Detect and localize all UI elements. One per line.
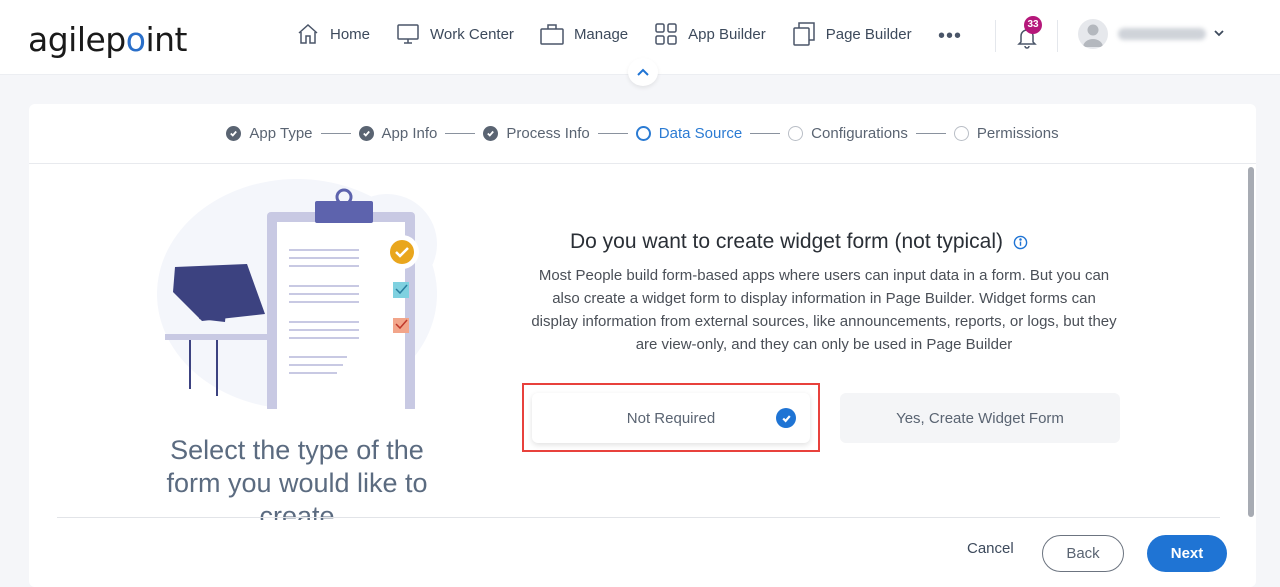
step-app-type[interactable]: App Type [226, 125, 313, 142]
more-menu-button[interactable]: ••• [938, 26, 962, 46]
back-button[interactable]: Back [1042, 535, 1124, 572]
question-heading: Do you want to create widget form (not t… [509, 230, 1089, 254]
step-permissions[interactable]: Permissions [953, 125, 1059, 142]
chevron-down-icon[interactable] [1212, 26, 1226, 40]
empty-circle-icon [953, 126, 969, 141]
notification-badge: 33 [1024, 16, 1042, 34]
nav-app-builder-label: App Builder [688, 25, 766, 43]
monitor-icon [397, 24, 419, 44]
agilepoint-logo[interactable]: agilepoint [28, 20, 187, 59]
avatar[interactable] [1078, 19, 1108, 49]
step-label: App Info [381, 125, 438, 142]
left-heading: Select the type of the form you would li… [166, 435, 428, 520]
step-connector [597, 133, 628, 134]
active-circle-icon [635, 126, 651, 141]
step-label: App Type [249, 125, 313, 142]
nav-page-builder-label: Page Builder [825, 25, 912, 43]
main-nav: Home Work Center Manage App Builder Page… [296, 22, 938, 46]
nav-work-center-label: Work Center [430, 25, 514, 43]
step-label: Permissions [976, 125, 1059, 142]
footer-divider [57, 517, 1220, 518]
wizard-stepper: App Type App Info Process Info Data Sour… [29, 104, 1256, 164]
header-divider [995, 20, 996, 52]
logo-text-end: int [145, 20, 187, 59]
nav-home-label: Home [330, 25, 371, 43]
info-icon[interactable] [1013, 235, 1028, 250]
check-circle-icon [483, 126, 499, 141]
home-icon [298, 23, 318, 44]
grid-icon [655, 23, 677, 45]
step-configurations[interactable]: Configurations [788, 125, 908, 142]
briefcase-icon [540, 24, 564, 45]
step-connector [445, 133, 476, 134]
step-connector [915, 133, 946, 134]
collapse-header-button[interactable] [628, 58, 658, 86]
logo-dot: o [125, 20, 146, 59]
step-connector [750, 133, 781, 134]
nav-home[interactable]: Home [296, 22, 370, 46]
step-label: Configurations [811, 125, 908, 142]
next-button[interactable]: Next [1147, 535, 1227, 572]
header-divider [1057, 20, 1058, 52]
empty-circle-icon [788, 126, 804, 141]
check-circle-icon [226, 126, 242, 141]
step-label: Data Source [658, 125, 743, 142]
nav-page-builder[interactable]: Page Builder [792, 22, 912, 46]
question-description: Most People build form-based apps where … [531, 267, 1117, 353]
cancel-button[interactable]: Cancel [967, 540, 1014, 557]
step-label: Process Info [506, 125, 590, 142]
user-icon [1083, 24, 1103, 47]
question-title-text: Do you want to create widget form (not t… [569, 230, 1004, 253]
clipboard-illustration [157, 179, 437, 409]
nav-app-builder[interactable]: App Builder [654, 22, 766, 46]
vertical-scrollbar[interactable] [1248, 167, 1254, 517]
option-not-required[interactable]: Not Required [532, 393, 810, 443]
option-label: Yes, Create Widget Form [896, 409, 1064, 427]
wizard-card: App Type App Info Process Info Data Sour… [29, 104, 1256, 587]
nav-work-center[interactable]: Work Center [396, 22, 514, 46]
username-blurred[interactable] [1118, 28, 1206, 40]
chevron-up-icon [637, 68, 649, 76]
option-label: Not Required [626, 409, 716, 427]
step-data-source[interactable]: Data Source [635, 125, 743, 142]
nav-manage-label: Manage [573, 25, 629, 43]
check-circle-icon [358, 126, 374, 141]
step-app-info[interactable]: App Info [358, 125, 438, 142]
nav-manage[interactable]: Manage [540, 22, 628, 46]
logo-text: agilep [28, 20, 126, 59]
step-process-info[interactable]: Process Info [483, 125, 590, 142]
option-create-widget-form[interactable]: Yes, Create Widget Form [840, 393, 1120, 443]
pages-icon [792, 22, 815, 46]
check-circle-icon [776, 408, 796, 428]
step-connector [320, 133, 351, 134]
